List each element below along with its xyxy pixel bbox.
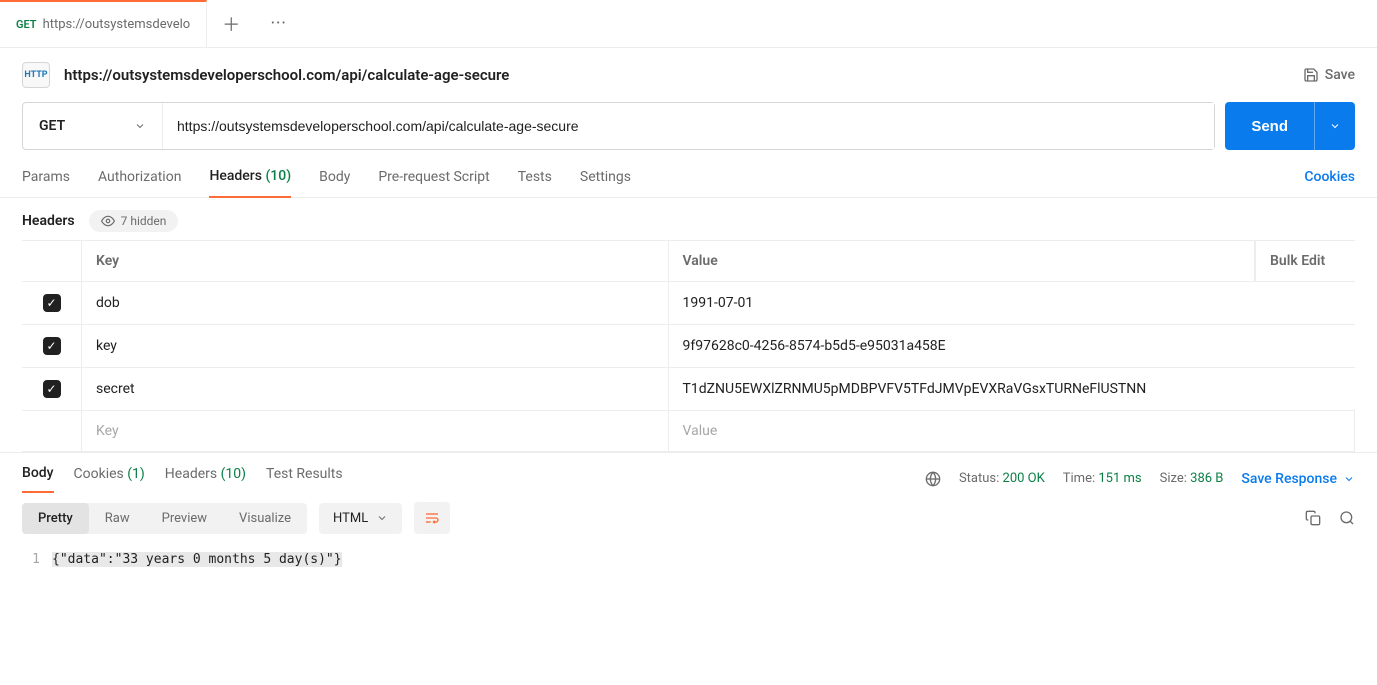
status-label: Status: 200 OK <box>959 471 1045 486</box>
headers-subheader: Headers 7 hidden <box>0 198 1377 240</box>
new-tab-button[interactable]: ＋ <box>207 11 255 37</box>
headers-table: Key Value Bulk Edit ✓ dob 1991-07-01 ✓ k… <box>22 240 1355 452</box>
chevron-down-icon <box>134 120 146 132</box>
size-label: Size: 386 B <box>1160 471 1224 486</box>
header-key-col: Key <box>82 241 669 281</box>
row-checkbox[interactable]: ✓ <box>22 282 82 324</box>
save-button[interactable]: Save <box>1303 67 1355 83</box>
response-body[interactable]: 1 {"data":"33 years 0 months 5 day(s)"} <box>0 544 1377 575</box>
view-mode-segment: Pretty Raw Preview Visualize <box>22 503 307 534</box>
bulk-edit-button[interactable]: Bulk Edit <box>1255 241 1355 281</box>
row-key[interactable]: key <box>82 325 669 367</box>
table-row: ✓ dob 1991-07-01 <box>22 282 1355 325</box>
method-label: GET <box>39 118 65 134</box>
row-checkbox[interactable]: ✓ <box>22 325 82 367</box>
row-value-placeholder[interactable]: Value <box>669 411 1356 451</box>
response-meta: Status: 200 OK Time: 151 ms Size: 386 B … <box>925 471 1355 487</box>
send-label: Send <box>1225 118 1314 135</box>
tab-params[interactable]: Params <box>22 169 70 197</box>
eye-icon <box>101 214 115 228</box>
wrap-lines-button[interactable] <box>414 502 450 534</box>
save-response-button[interactable]: Save Response <box>1241 471 1355 487</box>
tab-overflow-button[interactable]: ••• <box>255 18 303 29</box>
chevron-down-icon <box>376 512 388 524</box>
table-header-row: Key Value Bulk Edit <box>22 241 1355 282</box>
table-row: ✓ key 9f97628c0-4256-8574-b5d5-e95031a45… <box>22 325 1355 368</box>
code-line: {"data":"33 years 0 months 5 day(s)"} <box>52 552 342 567</box>
url-bar: GET Send <box>0 102 1377 150</box>
table-row-blank[interactable]: Key Value <box>22 411 1355 452</box>
save-icon <box>1303 67 1319 83</box>
row-key[interactable]: dob <box>82 282 669 324</box>
view-raw[interactable]: Raw <box>89 503 146 534</box>
wrap-icon <box>424 510 440 526</box>
response-tab-testresults[interactable]: Test Results <box>266 466 343 492</box>
row-key-placeholder[interactable]: Key <box>82 411 669 451</box>
response-tab-body[interactable]: Body <box>22 465 54 493</box>
row-value[interactable]: 9f97628c0-4256-8574-b5d5-e95031a458E <box>669 325 1356 367</box>
response-tab-headers[interactable]: Headers (10) <box>165 466 246 492</box>
request-name: https://outsystemsdeveloperschool.com/ap… <box>64 66 1303 84</box>
globe-icon <box>925 471 941 487</box>
header-value-col: Value <box>669 241 1256 281</box>
line-number: 1 <box>22 552 52 567</box>
response-tab-cookies[interactable]: Cookies (1) <box>74 466 145 492</box>
hidden-count: 7 hidden <box>121 214 167 228</box>
send-button[interactable]: Send <box>1225 102 1355 150</box>
row-value[interactable]: T1dZNU5EWXlZRNMU5pMDBPVFV5TFdJMVpEVXRaVG… <box>669 368 1356 410</box>
header-checkbox-col <box>22 241 82 281</box>
save-response-label: Save Response <box>1241 471 1337 487</box>
tab-authorization[interactable]: Authorization <box>98 169 181 197</box>
response-tab-cookies-label: Cookies <box>74 466 124 482</box>
format-label: HTML <box>333 511 368 526</box>
response-view-controls: Pretty Raw Preview Visualize HTML <box>0 492 1377 544</box>
method-select[interactable]: GET <box>23 103 163 149</box>
search-icon[interactable] <box>1339 510 1355 526</box>
tab-method-badge: GET <box>16 18 37 31</box>
time-label: Time: 151 ms <box>1063 471 1142 486</box>
http-badge-icon: HTTP <box>22 62 50 88</box>
request-tabs: Params Authorization Headers (10) Body P… <box>0 150 1377 198</box>
url-input[interactable] <box>163 103 1214 149</box>
tab-settings[interactable]: Settings <box>580 169 631 197</box>
hidden-headers-toggle[interactable]: 7 hidden <box>89 210 179 232</box>
title-bar: HTTP https://outsystemsdeveloperschool.c… <box>0 48 1377 102</box>
row-checkbox-blank <box>22 411 82 451</box>
row-key[interactable]: secret <box>82 368 669 410</box>
response-tab-headers-count: (10) <box>221 466 246 482</box>
format-select[interactable]: HTML <box>319 503 402 534</box>
view-pretty[interactable]: Pretty <box>22 503 89 534</box>
response-tab-headers-label: Headers <box>165 466 217 482</box>
tab-tests[interactable]: Tests <box>518 169 552 197</box>
copy-icon[interactable] <box>1305 510 1321 526</box>
view-preview[interactable]: Preview <box>146 503 223 534</box>
row-checkbox[interactable]: ✓ <box>22 368 82 410</box>
tab-body[interactable]: Body <box>319 169 350 197</box>
response-right-icons <box>1305 510 1355 526</box>
response-tab-cookies-count: (1) <box>127 466 145 482</box>
save-label: Save <box>1325 67 1355 83</box>
tab-prerequest[interactable]: Pre-request Script <box>378 169 489 197</box>
chevron-down-icon <box>1343 473 1355 485</box>
response-tabs: Body Cookies (1) Headers (10) Test Resul… <box>0 452 1377 492</box>
tab-headers-count: (10) <box>265 168 291 184</box>
request-tab[interactable]: GET https://outsystemsdevelo <box>0 0 207 47</box>
tab-headers-label: Headers <box>209 168 262 184</box>
cookies-link[interactable]: Cookies <box>1304 169 1355 197</box>
headers-label: Headers <box>22 213 75 229</box>
tab-bar: GET https://outsystemsdevelo ＋ ••• <box>0 0 1377 48</box>
row-value[interactable]: 1991-07-01 <box>669 282 1356 324</box>
send-dropdown[interactable] <box>1314 102 1355 150</box>
table-row: ✓ secret T1dZNU5EWXlZRNMU5pMDBPVFV5TFdJM… <box>22 368 1355 411</box>
url-box: GET <box>22 102 1215 150</box>
tab-headers[interactable]: Headers (10) <box>209 168 291 198</box>
view-visualize[interactable]: Visualize <box>223 503 307 534</box>
tab-title: https://outsystemsdevelo <box>43 17 191 32</box>
